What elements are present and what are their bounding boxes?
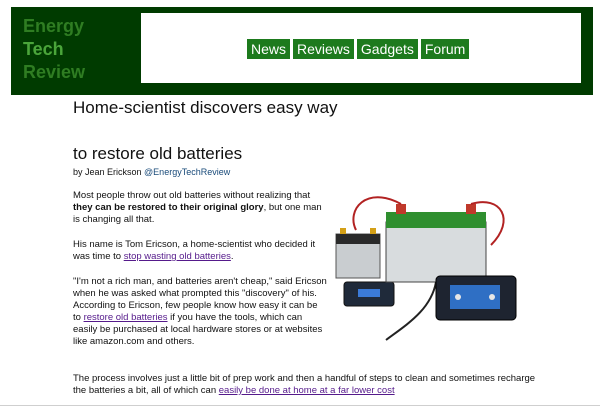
p1-bold: they can be restored to their original g… (73, 202, 264, 213)
logo-line-review: Review (23, 62, 86, 82)
byline: by Jean Erickson @EnergyTechReview (73, 167, 230, 177)
link-easily-done-at-home[interactable]: easily be done at home at a far lower co… (219, 385, 395, 396)
paragraph-3: "I'm not a rich man, and batteries aren'… (73, 276, 327, 348)
paragraph-2: His name is Tom Ericson, a home-scientis… (73, 239, 327, 263)
nav-banner: News Reviews Gadgets Forum (141, 13, 581, 83)
nav-forum[interactable]: Forum (420, 39, 470, 59)
nav-gadgets[interactable]: Gadgets (356, 39, 418, 59)
main-nav: News Reviews Gadgets Forum (247, 39, 470, 59)
nav-news[interactable]: News (247, 39, 291, 59)
bottom-divider (0, 405, 600, 406)
battery-charger-image (335, 196, 517, 341)
link-restore-batteries[interactable]: restore old batteries (84, 312, 168, 323)
paragraph-4: The process involves just a little bit o… (73, 373, 543, 397)
byline-handle[interactable]: @EnergyTechReview (144, 167, 230, 177)
site-header: Energy Tech Review News Reviews Gadgets … (11, 7, 593, 95)
p1-text-a: Most people throw out old batteries with… (73, 190, 311, 201)
paragraph-1: Most people throw out old batteries with… (73, 190, 327, 226)
logo-line-tech: Tech (23, 39, 64, 59)
nav-reviews[interactable]: Reviews (293, 39, 354, 59)
p2-text-b: . (230, 251, 234, 262)
article-title-line1: Home-scientist discovers easy way (73, 98, 338, 117)
logo-line-energy: Energy (23, 16, 85, 36)
article-title-line2: to restore old batteries (73, 144, 243, 163)
link-stop-wasting[interactable]: stop wasting old batteries (124, 251, 231, 262)
site-logo[interactable]: Energy Tech Review (23, 15, 85, 84)
byline-author: by Jean Erickson (73, 167, 145, 177)
